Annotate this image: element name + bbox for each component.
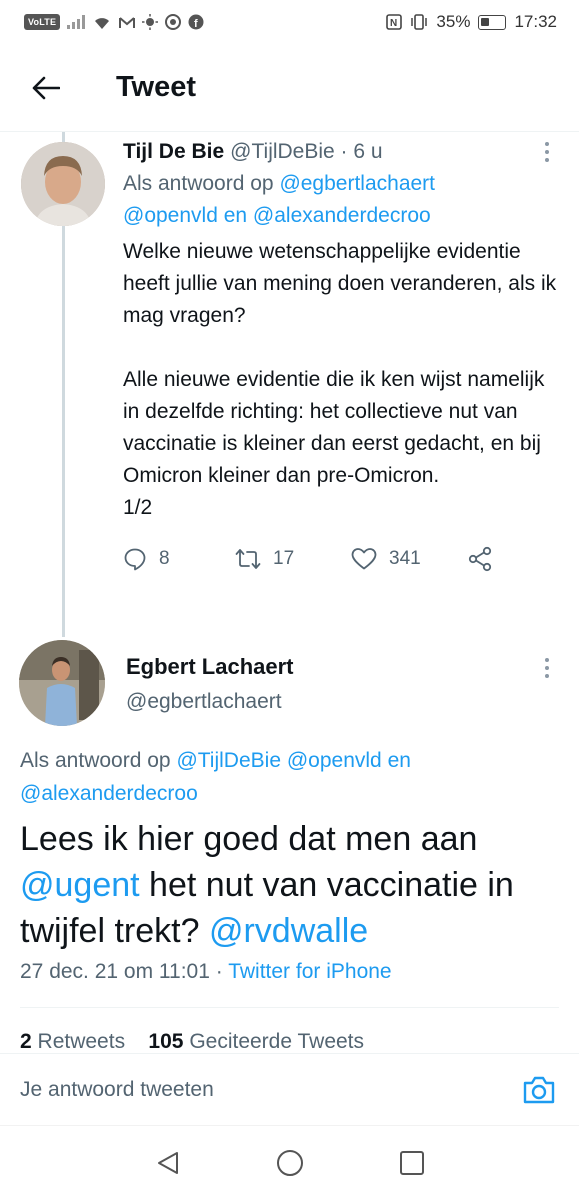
author-handle[interactable]: @egbertlachaert [126, 690, 282, 714]
divider [20, 1007, 559, 1008]
retweets-label: Retweets [37, 1030, 126, 1053]
clock: 17:32 [514, 12, 557, 31]
reply-count: 8 [159, 548, 170, 569]
gmail-icon [119, 16, 136, 28]
tweet-stats: 2 Retweets 105 Geciteerde Tweets [20, 1030, 364, 1054]
quotes-count: 105 [148, 1030, 184, 1053]
retweets-stat[interactable]: 2 Retweets [20, 1030, 125, 1053]
vibrate-icon [411, 14, 428, 30]
share-icon [468, 546, 492, 572]
tweet-date: 27 dec. 21 om 11:01 · [20, 960, 229, 983]
reply-input[interactable]: Je antwoord tweeten [20, 1078, 519, 1102]
battery-percent: 35% [436, 12, 471, 31]
quotes-label: Geciteerde Tweets [189, 1030, 365, 1053]
share-button[interactable] [467, 546, 493, 572]
avatar-image [21, 142, 105, 226]
reply-compose-bar: Je antwoord tweeten [0, 1053, 579, 1125]
page-title: Tweet [116, 71, 197, 103]
system-nav-bar [0, 1125, 579, 1200]
nav-back-button[interactable] [107, 1133, 229, 1193]
battery-icon [478, 14, 507, 30]
retweet-icon [235, 549, 261, 569]
like-count: 341 [389, 548, 421, 569]
camera-button[interactable] [519, 1070, 559, 1110]
triangle-back-icon [157, 1152, 178, 1174]
author-name[interactable]: Tijl De Bie [123, 140, 224, 164]
header: Tweet [0, 44, 579, 132]
facebook-icon: f [188, 14, 204, 30]
tweet-actions: 8 17 341 [123, 546, 563, 572]
circle-home-icon [276, 1150, 303, 1176]
replying-to: Als antwoord op @TijlDeBie @openvld en @… [20, 744, 560, 810]
status-left: VoLTE f [24, 14, 204, 30]
tweet-text: Welke nieuwe wetenschappelijke evidentie… [123, 240, 557, 519]
nfc-icon: N [386, 14, 403, 30]
status-right: N 35% 17:32 [386, 12, 557, 32]
more-options-button[interactable] [537, 658, 557, 678]
mention-link[interactable]: @alexanderdecroo [20, 782, 198, 805]
back-button[interactable] [22, 64, 70, 112]
wifi-icon [95, 17, 110, 29]
mention-link[interactable]: @egbertlachaert [279, 172, 435, 195]
volte-badge: VoLTE [24, 14, 61, 30]
sun-icon [142, 14, 159, 30]
arrow-left-icon [32, 76, 60, 99]
tweet-text-part: Lees ik hier goed dat men aan [20, 820, 478, 858]
heart-icon [351, 548, 377, 570]
reply-button[interactable]: 8 [123, 547, 235, 571]
avatar-image [19, 640, 105, 726]
mention-link[interactable]: @ugent [20, 866, 140, 904]
chrome-icon [165, 14, 182, 30]
avatar[interactable] [21, 142, 105, 226]
retweet-button[interactable]: 17 [235, 547, 351, 571]
mention-link[interactable]: @openvld [123, 204, 218, 227]
quotes-stat[interactable]: 105 Geciteerde Tweets [148, 1030, 364, 1053]
author-handle[interactable]: @TijlDeBie · 6 u [230, 140, 382, 164]
replying-and: en [217, 204, 253, 227]
replying-to: Als antwoord op @egbertlachaert @openvld … [123, 168, 563, 232]
mention-link[interactable]: @rvdwalle [209, 912, 368, 950]
retweets-count: 2 [20, 1030, 32, 1053]
mention-link[interactable]: @TijlDeBie [176, 749, 281, 772]
more-options-button[interactable] [537, 142, 557, 162]
reply-icon [124, 548, 146, 571]
tweet-text: Lees ik hier goed dat men aan @ugent het… [20, 816, 565, 954]
retweet-count: 17 [273, 548, 295, 569]
camera-icon [523, 1076, 555, 1103]
reply-tweet-body: Tijl De Bie @TijlDeBie · 6 u Als antwoor… [123, 132, 563, 572]
avatar[interactable] [19, 640, 105, 726]
status-bar: VoLTE f N 35% 17:32 [0, 0, 579, 44]
replying-prefix: Als antwoord op [123, 172, 280, 195]
nav-recents-button[interactable] [351, 1133, 473, 1193]
mention-link[interactable]: @alexanderdecroo [253, 204, 431, 227]
signal-icon [67, 15, 86, 29]
author-row: Tijl De Bie @TijlDeBie · 6 u [123, 140, 563, 164]
svg-text:N: N [390, 18, 397, 29]
square-recents-icon [399, 1151, 424, 1175]
mention-link[interactable]: @openvld [287, 749, 382, 772]
tweet-source-link[interactable]: Twitter for iPhone [228, 960, 391, 983]
nav-home-button[interactable] [229, 1133, 351, 1193]
tweet-meta: 27 dec. 21 om 11:01 · Twitter for iPhone [20, 960, 392, 984]
svg-text:f: f [194, 18, 198, 30]
replying-prefix: Als antwoord op [20, 749, 177, 772]
author-name[interactable]: Egbert Lachaert [126, 654, 294, 680]
replying-and: en [381, 749, 411, 772]
like-button[interactable]: 341 [351, 547, 467, 571]
